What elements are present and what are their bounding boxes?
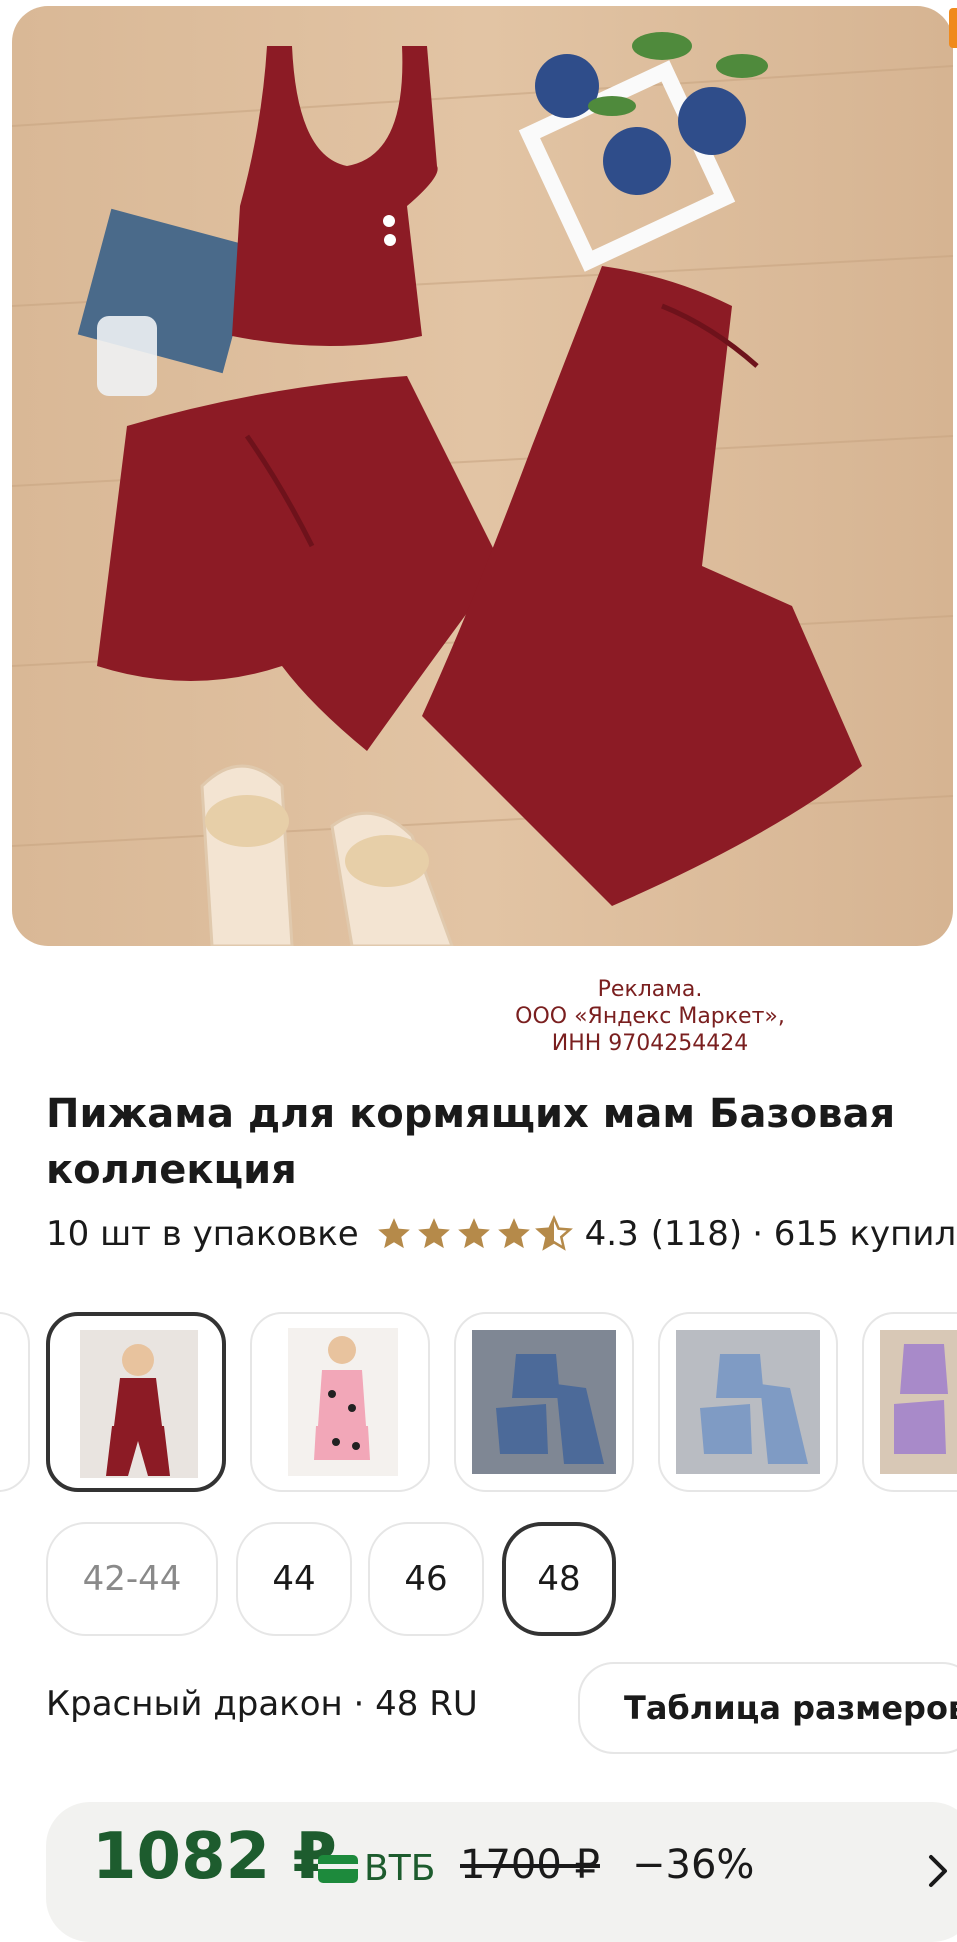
rating-value[interactable]: 4.3 — [585, 1214, 639, 1254]
promo-tab-marker — [949, 8, 957, 48]
size-option-46[interactable]: 46 — [368, 1522, 484, 1636]
product-title: Пижама для кормящих мам Базовая коллекци… — [46, 1091, 896, 1193]
bank-name: ВТБ — [364, 1848, 436, 1889]
size-option-44[interactable]: 44 — [236, 1522, 352, 1636]
bank-badge: ВТБ — [318, 1848, 435, 1889]
variant-thumb-lilac[interactable] — [862, 1312, 957, 1492]
size-table-button[interactable]: Таблица размеров — [578, 1662, 957, 1754]
product-meta-row: 10 шт в упаковке 4.3 (118) · 615 купили — [46, 1210, 957, 1258]
variant-thumb-lightblue[interactable] — [658, 1312, 838, 1492]
reviews-count[interactable]: (118) — [651, 1214, 742, 1254]
ad-label: Реклама. — [597, 977, 703, 1002]
variant-thumb-blue[interactable] — [454, 1312, 634, 1492]
size-option-42-44[interactable]: 42-44 — [46, 1522, 218, 1636]
product-main-image[interactable] — [12, 6, 953, 946]
variant-thumbnails — [0, 1310, 957, 1500]
ad-disclosure[interactable]: Реклама. ООО «Яндекс Маркет», ИНН 970425… — [500, 976, 800, 1057]
variant-thumb-red[interactable] — [46, 1312, 226, 1492]
star-half-icon — [534, 1215, 573, 1251]
star-full-icon — [377, 1218, 410, 1249]
rating-stars[interactable] — [375, 1215, 575, 1253]
star-full-icon — [497, 1218, 530, 1249]
current-price: 1082 ₽ — [92, 1820, 337, 1894]
ad-inn: ИНН 9704254424 — [551, 1031, 749, 1056]
bought-count: · 615 купили — [752, 1214, 957, 1254]
variant-thumb-offscreen[interactable] — [0, 1312, 30, 1492]
variant-thumb-pink[interactable] — [250, 1312, 430, 1492]
selected-variant-text: Красный дракон · 48 RU — [46, 1684, 478, 1724]
ad-company: ООО «Яндекс Маркет», — [515, 1004, 785, 1029]
old-price: 1700 ₽ — [460, 1842, 600, 1888]
size-option-48[interactable]: 48 — [502, 1522, 616, 1636]
star-full-icon — [417, 1218, 450, 1249]
bank-card-icon — [318, 1854, 358, 1883]
chevron-right-icon[interactable] — [928, 1854, 948, 1888]
price-card[interactable]: 1082 ₽ ВТБ 1700 ₽ −36% — [46, 1802, 957, 1942]
discount-percent: −36% — [632, 1842, 755, 1888]
star-full-icon — [457, 1218, 490, 1249]
pack-quantity: 10 шт в упаковке — [46, 1214, 359, 1254]
